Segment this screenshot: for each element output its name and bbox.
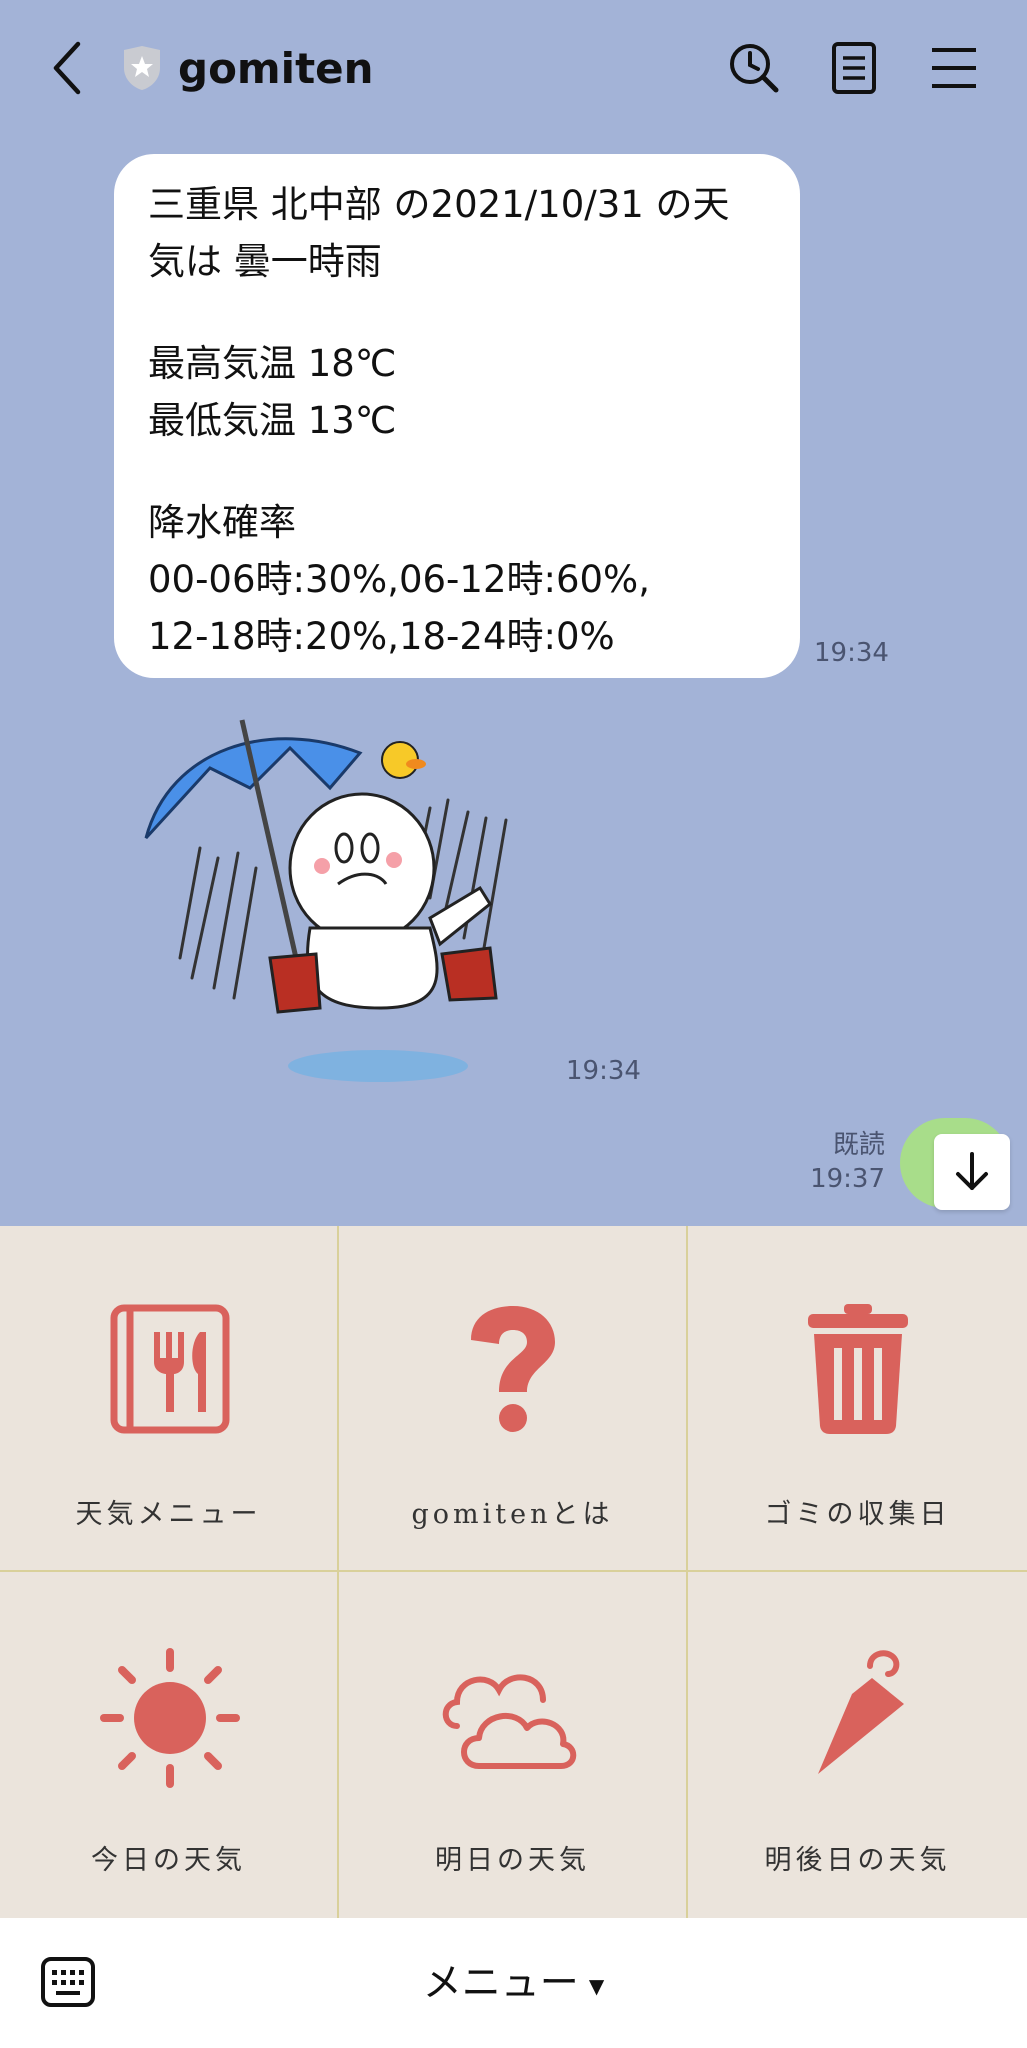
trash-icon xyxy=(808,1304,908,1434)
sticker-timestamp: 19:34 xyxy=(566,1056,641,1086)
menu-label: 天気メニュー xyxy=(75,1499,262,1530)
message-line: 12-18時:20%,18-24時:0% xyxy=(148,615,615,658)
notes-icon[interactable] xyxy=(826,40,882,96)
bottom-bar: メニュー ▼ xyxy=(0,1918,1027,2048)
read-receipt: 既読 19:37 xyxy=(810,1128,885,1196)
chat-area: gomiten 三重県 北中部 の2021/10/31 の天 気は 曇一時雨 最… xyxy=(0,0,1027,1226)
menu-label: ゴミの収集日 xyxy=(764,1499,951,1530)
message-line: 降水確率 xyxy=(148,501,296,544)
shield-star-icon xyxy=(124,46,160,90)
message-line: 気は 曇一時雨 xyxy=(148,240,382,283)
cloud-icon xyxy=(442,1674,577,1769)
menu-item-weather-menu[interactable]: 天気メニュー xyxy=(0,1226,339,1572)
message-timestamp: 19:34 xyxy=(814,638,889,668)
menu-item-tomorrow-weather[interactable]: 明日の天気 xyxy=(339,1572,688,1918)
chat-title: gomiten xyxy=(178,44,374,93)
weather-message-bubble[interactable]: 三重県 北中部 の2021/10/31 の天 気は 曇一時雨 最高気温 18℃ … xyxy=(114,154,800,678)
menu-toggle-label: メニュー xyxy=(422,1961,579,2006)
menu-label: 今日の天気 xyxy=(91,1845,246,1876)
message-gap xyxy=(148,290,766,335)
down-arrow-icon xyxy=(956,1152,988,1190)
menu-item-garbage-day[interactable]: ゴミの収集日 xyxy=(688,1226,1027,1572)
menu-item-day-after-weather[interactable]: 明後日の天気 xyxy=(688,1572,1027,1918)
read-label: 既読 xyxy=(832,1130,885,1160)
menu-label: gomitenとは xyxy=(411,1499,614,1530)
question-icon xyxy=(471,1306,555,1432)
menu-label: 明後日の天気 xyxy=(764,1845,951,1876)
umbrella-icon xyxy=(818,1650,904,1774)
menu-toggle-button[interactable]: メニュー ▼ xyxy=(0,1952,1027,2008)
clock-search-icon[interactable] xyxy=(726,40,782,96)
message-line: 00-06時:30%,06-12時:60%, xyxy=(148,558,650,601)
scroll-down-button[interactable] xyxy=(934,1134,1010,1210)
sent-timestamp: 19:37 xyxy=(810,1164,885,1194)
message-line: 最低気温 13℃ xyxy=(148,399,397,442)
caret-down-icon: ▼ xyxy=(588,1973,605,1998)
chat-header: gomiten xyxy=(0,0,1027,140)
menu-item-today-weather[interactable]: 今日の天気 xyxy=(0,1572,339,1918)
umbrella-character-sticker[interactable] xyxy=(130,708,550,1088)
back-arrow-icon[interactable] xyxy=(44,38,100,98)
menu-label: 明日の天気 xyxy=(435,1845,590,1876)
message-line: 三重県 北中部 の2021/10/31 の天 xyxy=(148,183,730,226)
sun-icon xyxy=(100,1648,240,1788)
message-gap xyxy=(148,449,766,494)
menu-book-icon xyxy=(110,1304,230,1434)
message-line: 最高気温 18℃ xyxy=(148,342,397,385)
menu-item-about[interactable]: gomitenとは xyxy=(339,1226,688,1572)
hamburger-icon[interactable] xyxy=(926,40,982,96)
rich-menu: 天気メニュー gomitenとは ゴミの収集日 今日の天気 明日の天気 明後日の… xyxy=(0,1226,1027,1918)
